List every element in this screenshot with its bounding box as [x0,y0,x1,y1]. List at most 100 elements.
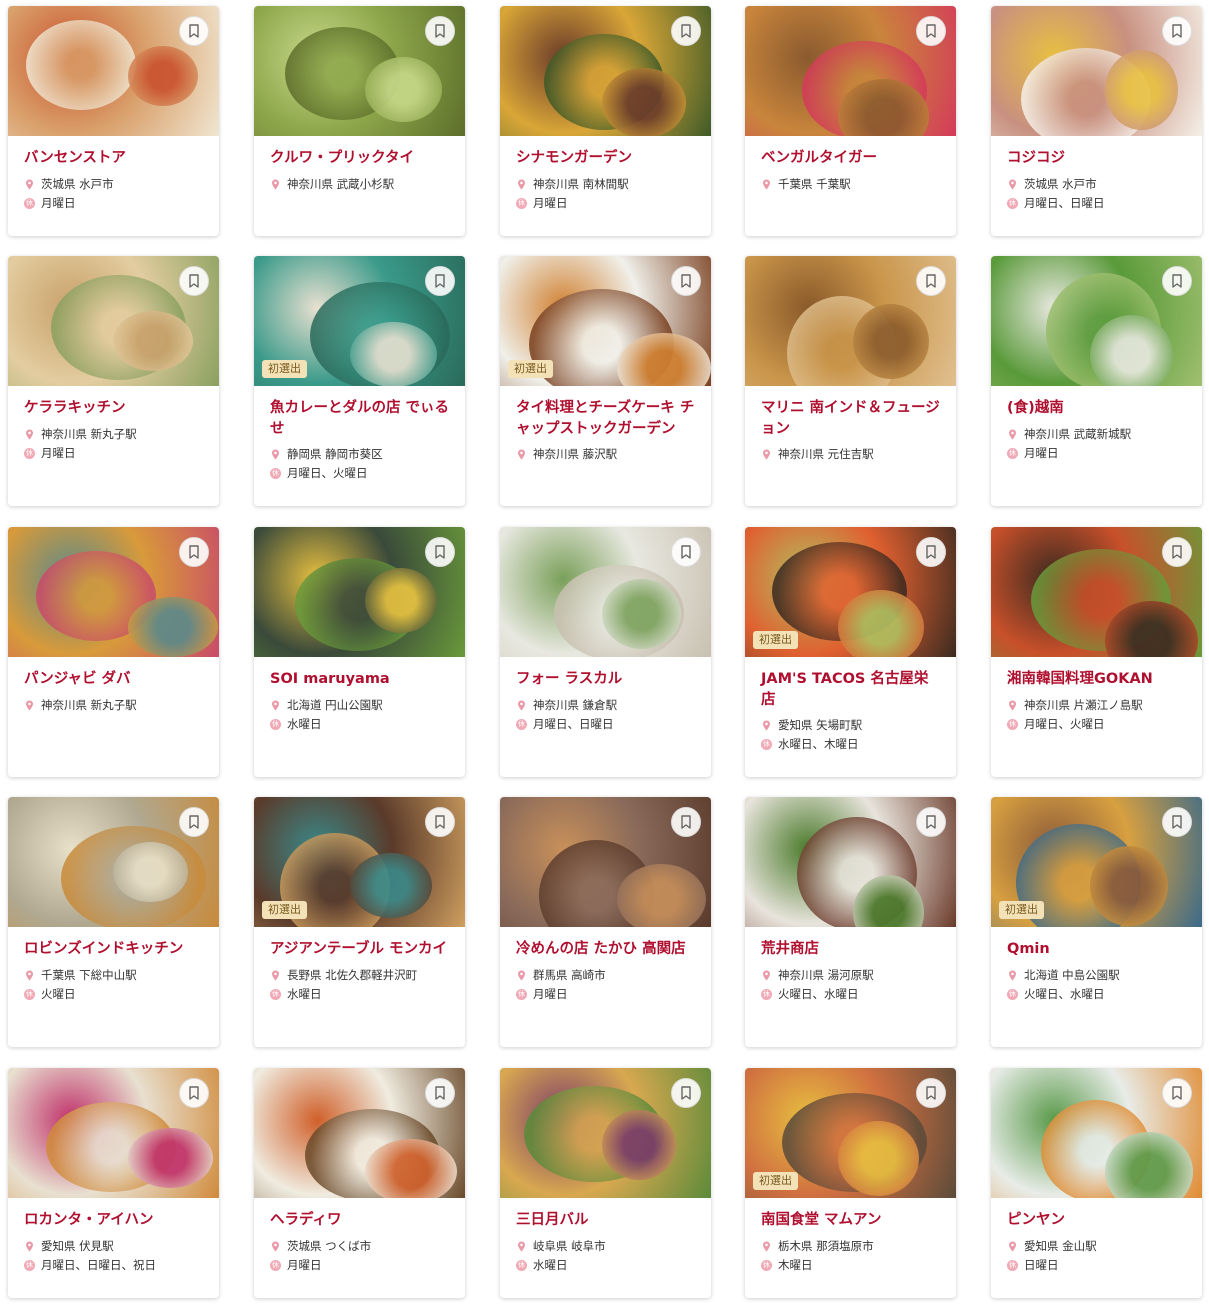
restaurant-card[interactable]: 初選出 JAM'S TACOS 名古屋栄店 愛知県 矢場町駅休水曜日、木曜日 [745,527,956,777]
restaurant-name[interactable]: シナモンガーデン [516,148,697,169]
bookmark-button[interactable] [179,537,209,567]
restaurant-name[interactable]: マリニ 南インド＆フュージョン [761,398,942,439]
bookmark-button[interactable] [179,266,209,296]
restaurant-name[interactable]: ピンヤン [1007,1210,1188,1231]
food-photo[interactable] [8,256,219,386]
food-photo[interactable] [254,527,465,657]
restaurant-card[interactable]: 初選出 南国食堂 マムアン 栃木県 那須塩原市休木曜日 [745,1068,956,1298]
restaurant-name[interactable]: ベンガルタイガー [761,148,942,169]
restaurant-name[interactable]: 南国食堂 マムアン [761,1210,942,1231]
food-photo[interactable] [745,797,956,927]
bookmark-button[interactable] [1162,16,1192,46]
food-photo[interactable]: 初選出 [745,527,956,657]
bookmark-button[interactable] [179,1078,209,1108]
food-photo[interactable] [991,256,1202,386]
restaurant-name[interactable]: SOI maruyama [270,669,451,690]
bookmark-button[interactable] [425,16,455,46]
restaurant-card[interactable]: ロカンタ・アイハン 愛知県 伏見駅休月曜日、日曜日、祝日 [8,1068,219,1298]
restaurant-name[interactable]: タイ料理とチーズケーキ チャップストックガーデン [516,398,697,439]
bookmark-button[interactable] [671,537,701,567]
restaurant-name[interactable]: JAM'S TACOS 名古屋栄店 [761,669,942,710]
restaurant-card[interactable]: バンセンストア 茨城県 水戸市休月曜日 [8,6,219,236]
food-photo[interactable] [991,6,1202,136]
restaurant-card[interactable]: 三日月バル 岐阜県 岐阜市休水曜日 [500,1068,711,1298]
restaurant-name[interactable]: クルワ・プリックタイ [270,148,451,169]
restaurant-name[interactable]: Qmin [1007,939,1188,960]
bookmark-button[interactable] [425,537,455,567]
food-photo[interactable] [8,527,219,657]
restaurant-card[interactable]: マリニ 南インド＆フュージョン 神奈川県 元住吉駅 [745,256,956,506]
restaurant-name[interactable]: アジアンテーブル モンカイ [270,939,451,960]
restaurant-name[interactable]: バンセンストア [24,148,205,169]
restaurant-name[interactable]: ロビンズインドキッチン [24,939,205,960]
restaurant-card[interactable]: 初選出 Qmin 北海道 中島公園駅休火曜日、水曜日 [991,797,1202,1047]
restaurant-name[interactable]: フォー ラスカル [516,669,697,690]
bookmark-button[interactable] [1162,1078,1192,1108]
food-photo[interactable] [991,1068,1202,1198]
bookmark-button[interactable] [179,807,209,837]
bookmark-button[interactable] [916,266,946,296]
restaurant-card[interactable]: ヘラディワ 茨城県 つくば市休月曜日 [254,1068,465,1298]
bookmark-button[interactable] [179,16,209,46]
restaurant-card[interactable]: コジコジ 茨城県 水戸市休月曜日、日曜日 [991,6,1202,236]
restaurant-card[interactable]: ピンヤン 愛知県 金山駅休日曜日 [991,1068,1202,1298]
food-photo[interactable] [745,6,956,136]
food-photo[interactable]: 初選出 [991,797,1202,927]
restaurant-card[interactable]: ロビンズインドキッチン 千葉県 下総中山駅休火曜日 [8,797,219,1047]
restaurant-name[interactable]: コジコジ [1007,148,1188,169]
food-photo[interactable] [500,527,711,657]
bookmark-button[interactable] [1162,266,1192,296]
bookmark-button[interactable] [425,807,455,837]
restaurant-card[interactable]: 冷めんの店 たかひ 高関店 群馬県 高崎市休月曜日 [500,797,711,1047]
bookmark-button[interactable] [916,16,946,46]
bookmark-button[interactable] [916,1078,946,1108]
bookmark-button[interactable] [1162,537,1192,567]
restaurant-card[interactable]: (食)越南 神奈川県 武蔵新城駅休月曜日 [991,256,1202,506]
restaurant-card[interactable]: パンジャビ ダバ 神奈川県 新丸子駅 [8,527,219,777]
bookmark-button[interactable] [671,1078,701,1108]
restaurant-card[interactable]: 湘南韓国料理GOKAN 神奈川県 片瀬江ノ島駅休月曜日、火曜日 [991,527,1202,777]
restaurant-name[interactable]: パンジャビ ダバ [24,669,205,690]
restaurant-name[interactable]: 魚カレーとダルの店 でぃるせ [270,398,451,439]
restaurant-name[interactable]: ヘラディワ [270,1210,451,1231]
food-photo[interactable]: 初選出 [254,797,465,927]
restaurant-card[interactable]: 初選出 魚カレーとダルの店 でぃるせ 静岡県 静岡市葵区休月曜日、火曜日 [254,256,465,506]
restaurant-card[interactable]: 荒井商店 神奈川県 湯河原駅休火曜日、水曜日 [745,797,956,1047]
food-photo[interactable] [8,797,219,927]
bookmark-button[interactable] [425,266,455,296]
food-photo[interactable] [500,1068,711,1198]
restaurant-name[interactable]: ケララキッチン [24,398,205,419]
bookmark-button[interactable] [671,807,701,837]
food-photo[interactable] [8,6,219,136]
restaurant-name[interactable]: 湘南韓国料理GOKAN [1007,669,1188,690]
food-photo[interactable] [991,527,1202,657]
restaurant-card[interactable]: シナモンガーデン 神奈川県 南林間駅休月曜日 [500,6,711,236]
restaurant-card[interactable]: ケララキッチン 神奈川県 新丸子駅休月曜日 [8,256,219,506]
restaurant-card[interactable]: ベンガルタイガー 千葉県 千葉駅 [745,6,956,236]
restaurant-card[interactable]: 初選出 タイ料理とチーズケーキ チャップストックガーデン 神奈川県 藤沢駅 [500,256,711,506]
bookmark-button[interactable] [671,16,701,46]
bookmark-button[interactable] [1162,807,1192,837]
restaurant-card[interactable]: クルワ・プリックタイ 神奈川県 武蔵小杉駅 [254,6,465,236]
restaurant-name[interactable]: (食)越南 [1007,398,1188,419]
bookmark-button[interactable] [916,807,946,837]
food-photo[interactable] [254,1068,465,1198]
bookmark-button[interactable] [916,537,946,567]
restaurant-card[interactable]: 初選出 アジアンテーブル モンカイ 長野県 北佐久郡軽井沢町休水曜日 [254,797,465,1047]
restaurant-name[interactable]: 三日月バル [516,1210,697,1231]
food-photo[interactable]: 初選出 [500,256,711,386]
food-photo[interactable] [745,256,956,386]
food-photo[interactable] [500,797,711,927]
restaurant-card[interactable]: フォー ラスカル 神奈川県 鎌倉駅休月曜日、日曜日 [500,527,711,777]
bookmark-button[interactable] [671,266,701,296]
food-photo[interactable] [254,6,465,136]
restaurant-card[interactable]: SOI maruyama 北海道 円山公園駅休水曜日 [254,527,465,777]
food-photo[interactable]: 初選出 [745,1068,956,1198]
restaurant-name[interactable]: 冷めんの店 たかひ 高関店 [516,939,697,960]
food-photo[interactable] [500,6,711,136]
bookmark-button[interactable] [425,1078,455,1108]
food-photo[interactable] [8,1068,219,1198]
food-photo[interactable]: 初選出 [254,256,465,386]
restaurant-name[interactable]: ロカンタ・アイハン [24,1210,205,1231]
restaurant-name[interactable]: 荒井商店 [761,939,942,960]
